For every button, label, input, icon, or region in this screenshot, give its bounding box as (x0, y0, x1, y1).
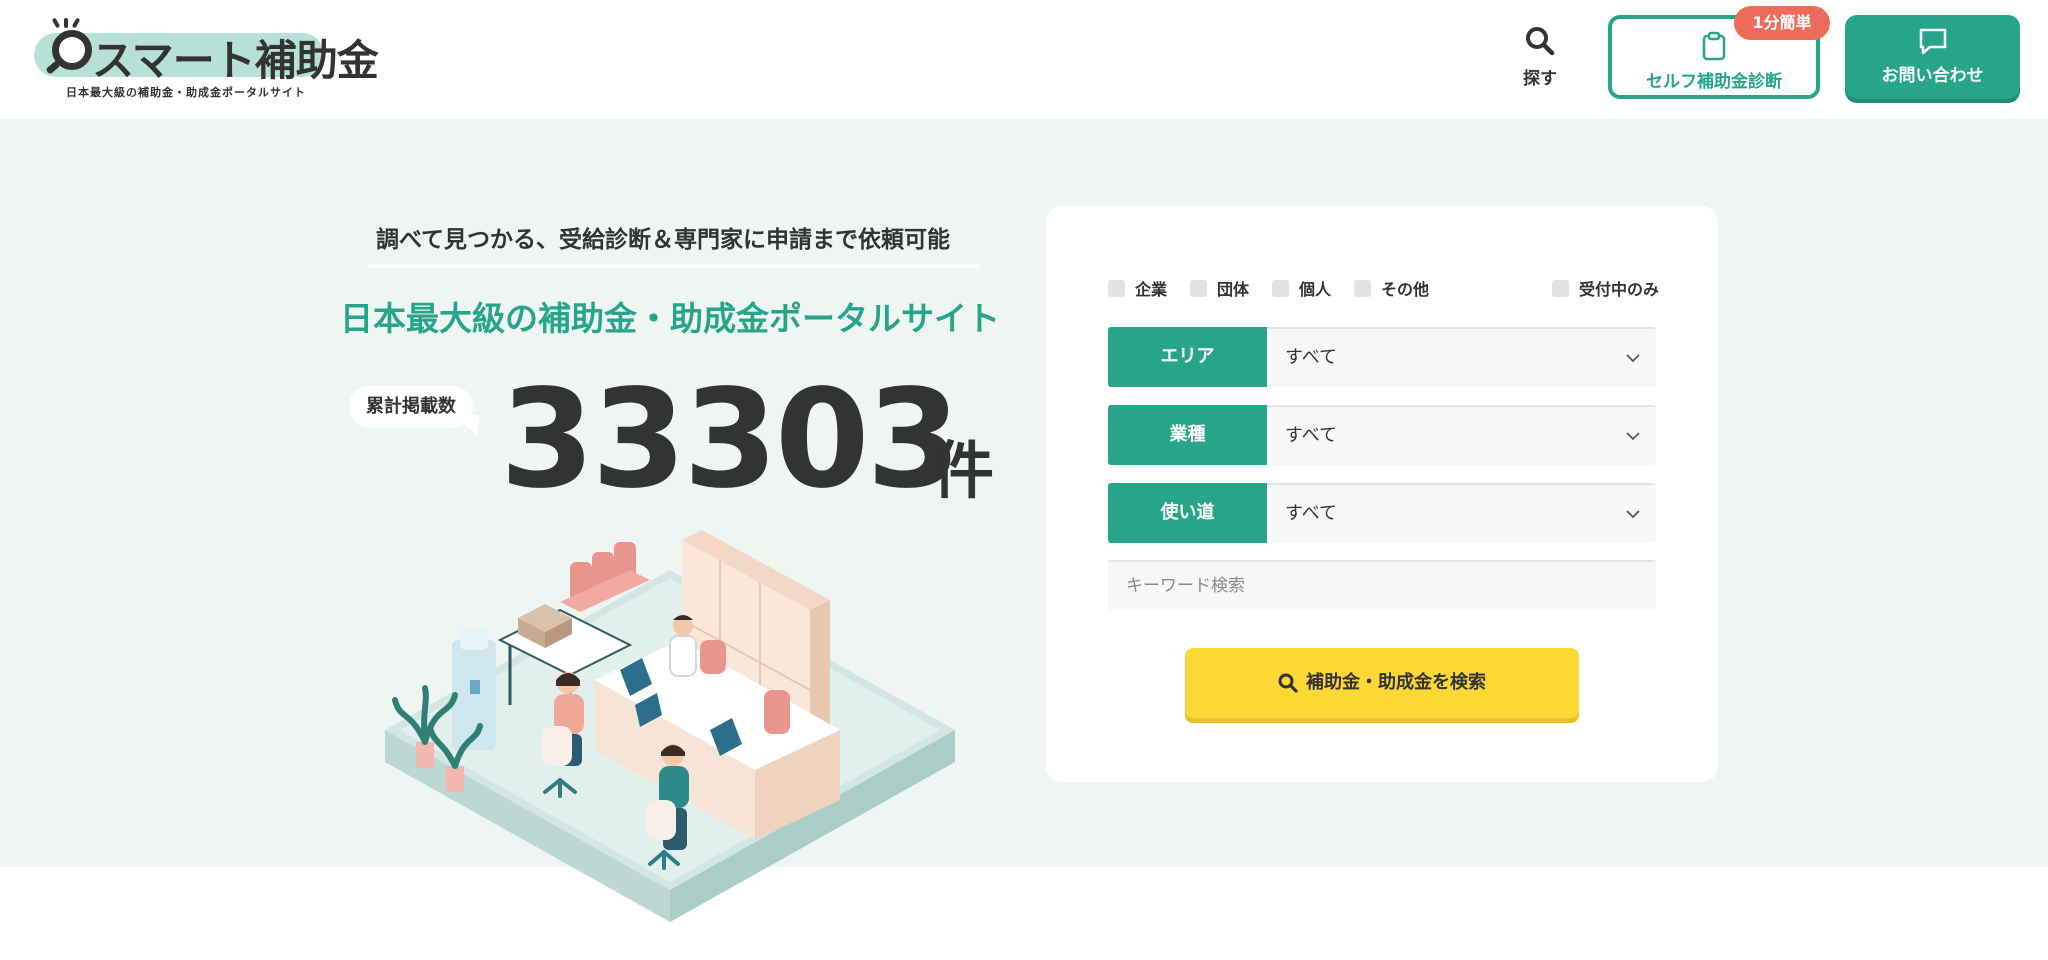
listing-count: 33303 (500, 361, 961, 519)
search-submit-button[interactable]: 補助金・助成金を検索 (1185, 648, 1579, 718)
area-select[interactable]: エリア すべて (1108, 327, 1656, 387)
search-icon (1526, 27, 1555, 56)
bubble-tail (450, 412, 480, 436)
industry-select-value: すべて (1285, 425, 1338, 446)
checkbox-company[interactable]: 企業 (1108, 276, 1167, 300)
checkbox-other[interactable]: その他 (1354, 276, 1429, 300)
chevron-down-icon (1626, 432, 1640, 441)
search-icon (1278, 673, 1298, 693)
checkbox-open-only[interactable]: 受付中のみ (1552, 276, 1659, 300)
checkbox-label: 企業 (1135, 280, 1168, 299)
industry-select[interactable]: 業種 すべて (1108, 405, 1656, 465)
contact-button[interactable]: お問い合わせ (1845, 15, 2020, 99)
self-diagnosis-label: セルフ補助金診断 (1646, 72, 1782, 92)
logo-spark (64, 18, 68, 28)
checkbox-individual[interactable]: 個人 (1272, 276, 1331, 300)
clipboard-icon (1702, 31, 1726, 61)
industry-select-label: 業種 (1108, 405, 1267, 465)
nav-search-label: 探す (1523, 69, 1557, 89)
nav-search-button[interactable]: 探す (1512, 24, 1568, 98)
logo-spark (51, 17, 61, 29)
hero-section (0, 119, 2048, 867)
hero-tagline: 調べて見つかる、受給診断＆専門家に申請まで依頼可能 (375, 227, 951, 253)
checkbox-label: 個人 (1299, 280, 1332, 299)
office-illustration (385, 530, 955, 922)
keyword-search-input[interactable] (1108, 560, 1656, 610)
listing-count-unit: 件 (932, 434, 995, 507)
checkbox-box[interactable] (1190, 279, 1207, 297)
checkbox-box[interactable] (1354, 279, 1371, 297)
checkbox-label: 受付中のみ (1579, 280, 1660, 299)
tagline-divider (368, 264, 980, 268)
area-select-label: エリア (1108, 327, 1267, 387)
search-submit-label: 補助金・助成金を検索 (1306, 672, 1486, 693)
area-select-value: すべて (1285, 347, 1338, 368)
site-logo[interactable]: スマート補助金 日本最大級の補助金・助成金ポータルサイト (34, 17, 379, 99)
logo-text: スマート補助金 (92, 36, 379, 85)
purpose-select-box[interactable]: すべて (1267, 483, 1656, 543)
contact-label: お問い合わせ (1881, 66, 1984, 86)
checkbox-box[interactable] (1552, 279, 1569, 297)
logo-subtitle: 日本最大級の補助金・助成金ポータルサイト (66, 86, 306, 99)
checkbox-box[interactable] (1272, 279, 1289, 297)
checkbox-label: 団体 (1217, 280, 1250, 299)
site-header: スマート補助金 日本最大級の補助金・助成金ポータルサイト 探す セルフ補助金診断… (0, 0, 2048, 119)
checkbox-box[interactable] (1108, 279, 1125, 297)
chevron-down-icon (1626, 510, 1640, 519)
industry-select-box[interactable]: すべて (1267, 405, 1656, 465)
purpose-select-label: 使い道 (1108, 483, 1267, 543)
checkbox-label: その他 (1381, 280, 1430, 299)
chevron-down-icon (1626, 354, 1640, 363)
search-card: 企業 団体 個人 その他 受付中のみ エリア すべて 業種 すべて 使い道 すべ… (1046, 206, 1718, 782)
hero-headline: 日本最大級の補助金・助成金ポータルサイト (340, 299, 1000, 338)
purpose-select-value: すべて (1285, 503, 1338, 524)
quick-badge: 1分簡単 (1734, 6, 1830, 40)
target-checkboxes: 企業 団体 個人 その他 受付中のみ (1108, 276, 1659, 300)
area-select-box[interactable]: すべて (1267, 327, 1656, 387)
checkbox-organization[interactable]: 団体 (1190, 276, 1249, 300)
logo-spark (71, 17, 81, 29)
chat-bubble-icon (1919, 28, 1946, 55)
purpose-select[interactable]: 使い道 すべて (1108, 483, 1656, 543)
